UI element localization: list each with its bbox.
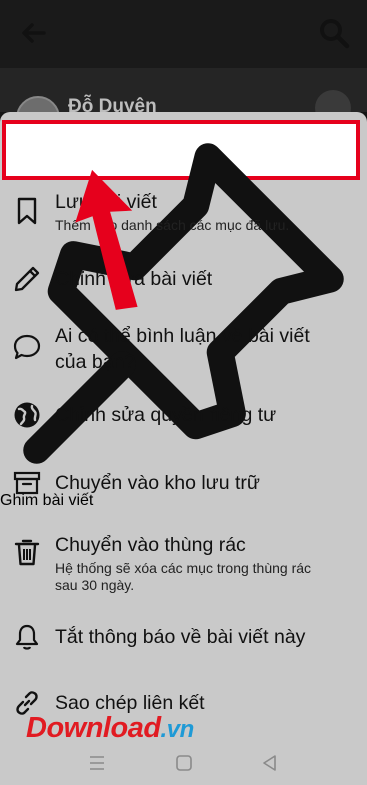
red-arrow-annotation: [75, 169, 138, 310]
trash-icon: [14, 539, 40, 566]
menu-item-save[interactable]: Lưu bài viết Thêm vào danh sách các mục …: [0, 188, 367, 240]
bell-icon: [15, 624, 39, 650]
menu-item-comment[interactable]: Ai có thể bình luận về bài viết của bạn?: [0, 322, 367, 376]
menu-lines-icon[interactable]: [86, 752, 108, 774]
watermark-part2: .vn: [160, 716, 195, 743]
menu-item-pin[interactable]: Ghim bài viết: [0, 120, 367, 509]
globe-icon: [14, 402, 40, 428]
menu-item-label-line2: của bạn?: [55, 351, 136, 373]
menu-item-label: Chuyển vào thùng rác: [55, 534, 246, 556]
back-arrow-icon[interactable]: [18, 18, 48, 48]
archive-icon: [13, 471, 41, 495]
search-icon[interactable]: [317, 16, 351, 50]
menu-item-label: Tắt thông báo về bài viết này: [55, 626, 306, 648]
menu-item-sub-line1: Hệ thống sẽ xóa các mục trong thùng rác: [55, 560, 312, 576]
menu-item-label-line1: Ai có thể bình luận về bài viết: [55, 325, 310, 347]
menu-item-label: Chuyển vào kho lưu trữ: [55, 472, 260, 494]
comment-icon: [13, 334, 41, 360]
back-triangle-icon[interactable]: [259, 752, 281, 774]
menu-item-sub-line2: sau 30 ngày.: [55, 577, 135, 593]
post-header: Đỗ Duyên: [0, 68, 367, 140]
menu-item-trash[interactable]: Chuyển vào thùng rác Hệ thống sẽ xóa các…: [0, 531, 367, 595]
top-bar: [0, 0, 367, 68]
menu-item-edit[interactable]: Chỉnh sửa bài viết: [0, 262, 367, 296]
bookmark-icon: [17, 197, 37, 225]
menu-item-label: Chỉnh sửa quyền riêng tư: [55, 404, 277, 426]
pencil-icon: [14, 266, 40, 292]
menu-item-archive[interactable]: Chuyển vào kho lưu trữ: [0, 466, 367, 500]
home-square-icon[interactable]: [173, 752, 195, 774]
system-nav-bar: [0, 740, 367, 785]
menu-item-privacy[interactable]: Chỉnh sửa quyền riêng tư: [0, 398, 367, 432]
menu-item-notifications[interactable]: Tắt thông báo về bài viết này: [0, 620, 367, 654]
